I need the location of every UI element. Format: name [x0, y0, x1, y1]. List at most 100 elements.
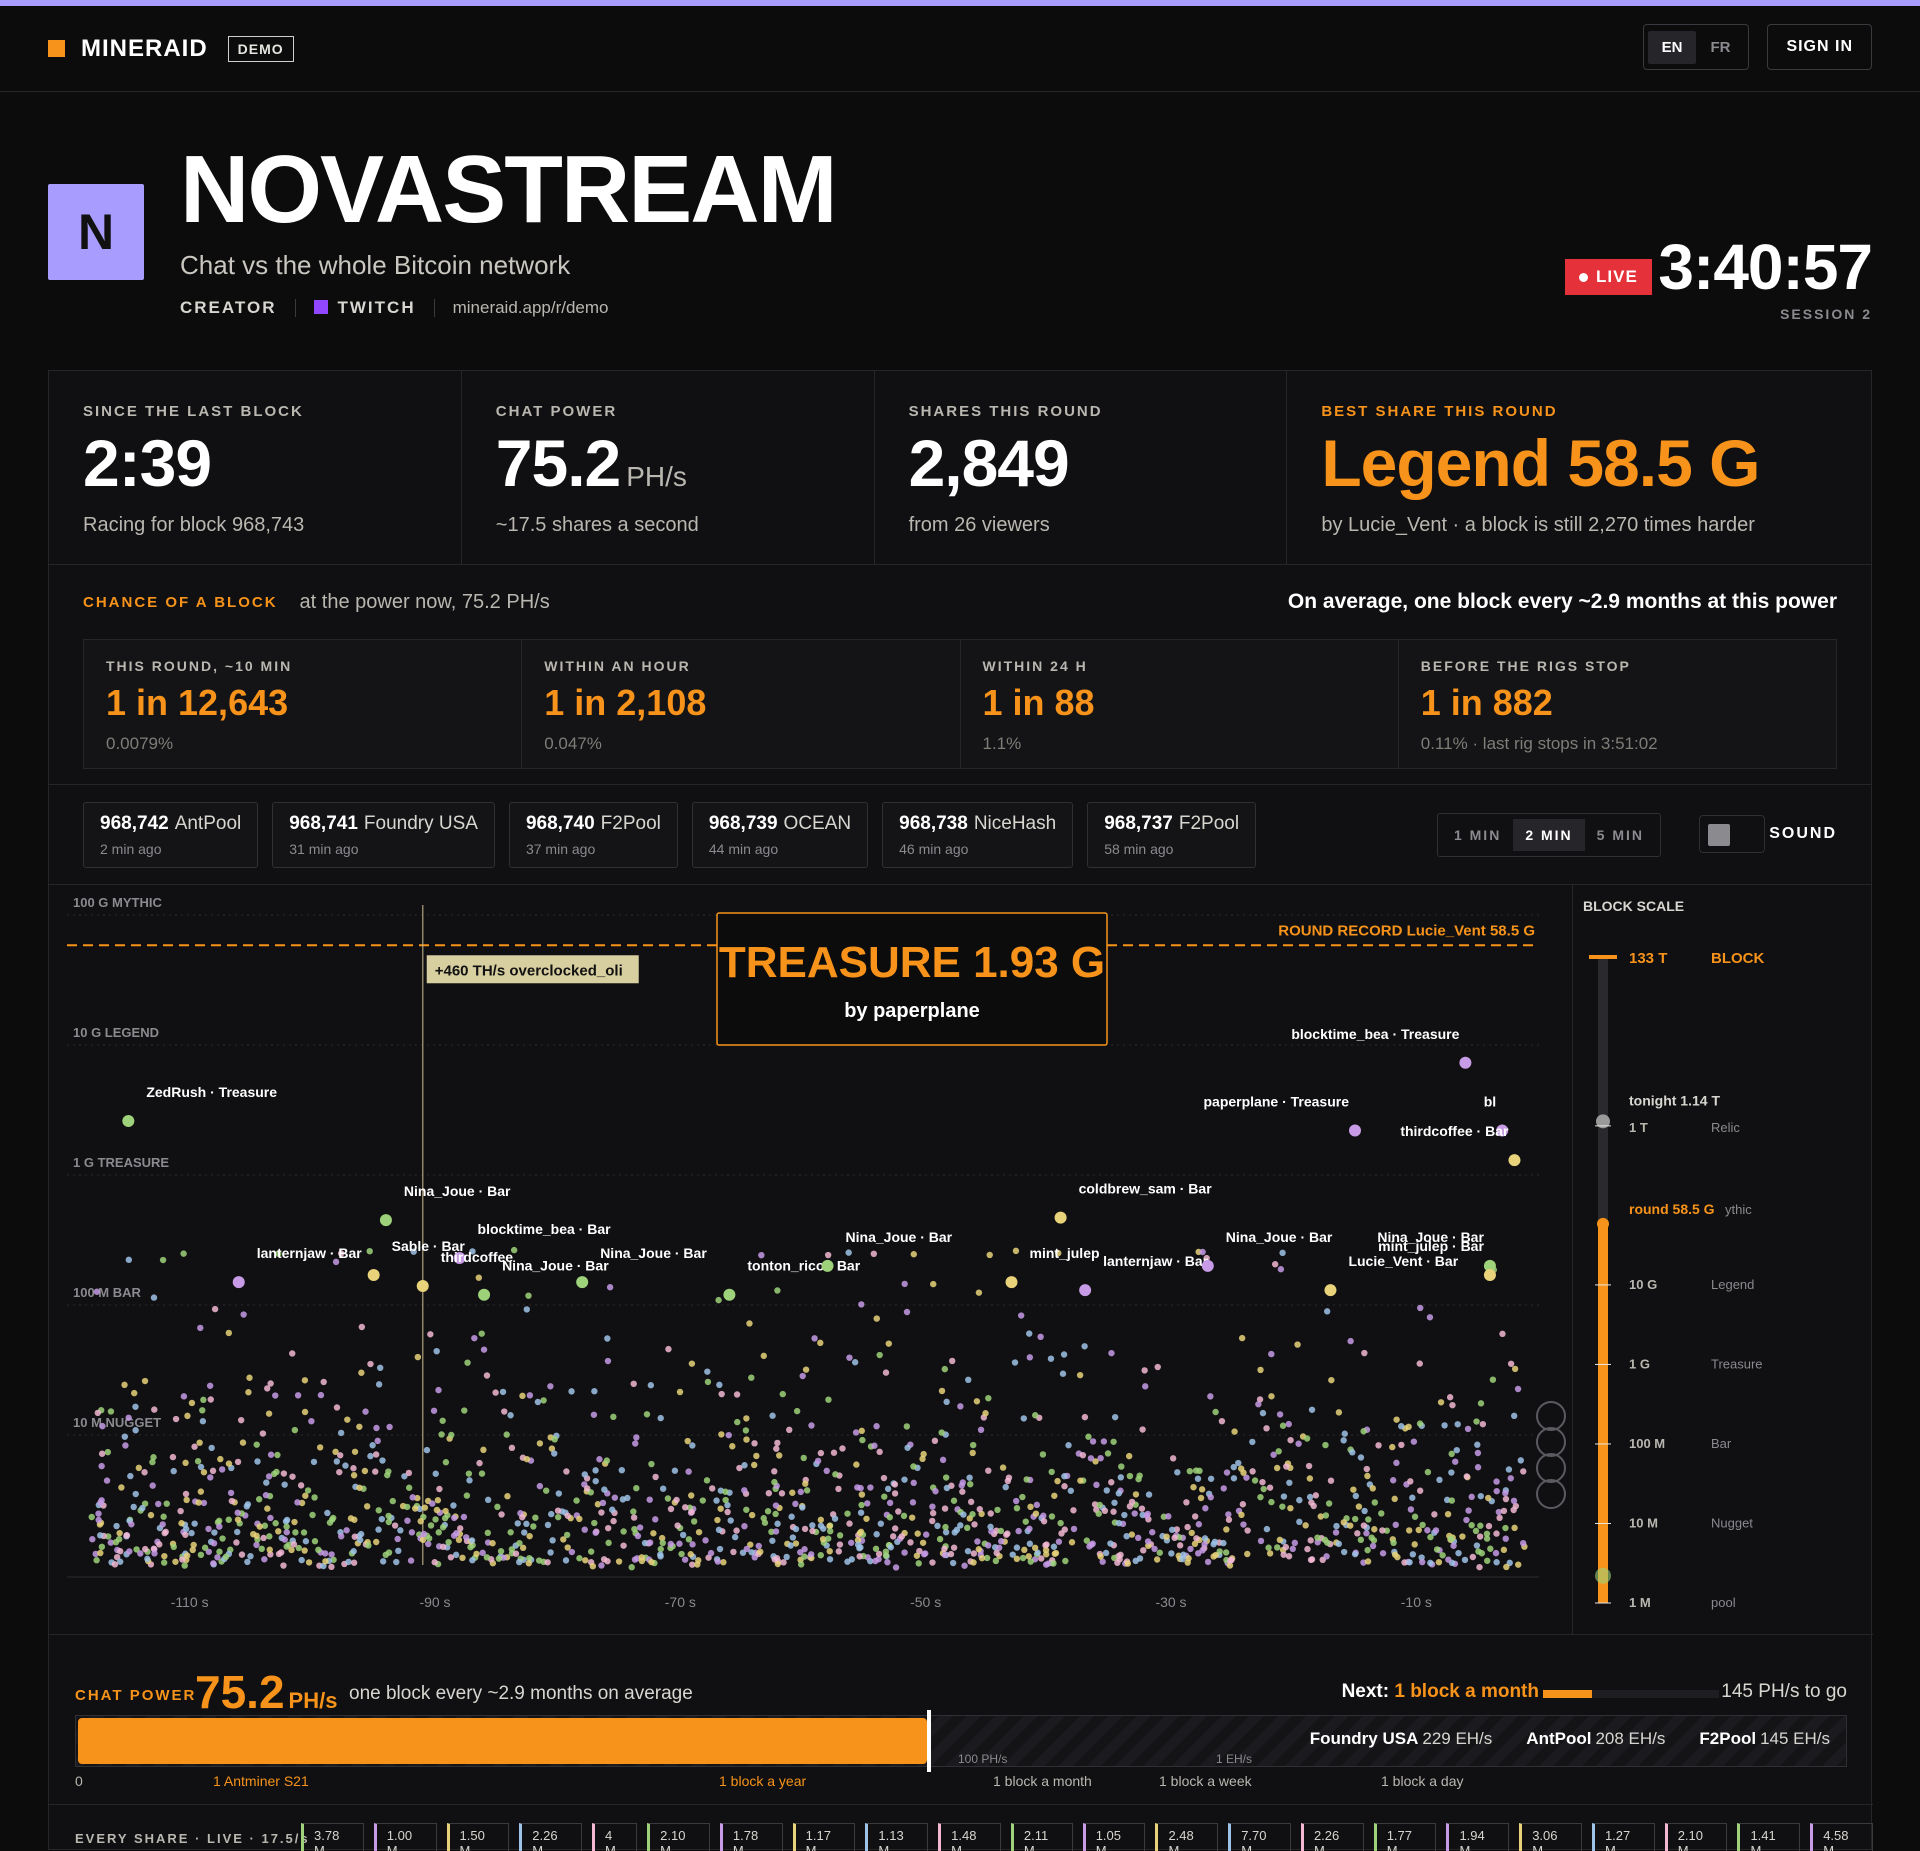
share-point [718, 1431, 725, 1438]
share-point [283, 1516, 291, 1524]
share-point [970, 1559, 977, 1566]
share-point [1363, 1530, 1370, 1537]
share-point [1048, 1513, 1056, 1520]
recent-block-chip[interactable]: 968,738 NiceHash 46 min ago [882, 801, 1074, 868]
share-point [876, 1351, 883, 1359]
share-point [1477, 1492, 1485, 1500]
share-point [191, 1443, 198, 1450]
share-point [521, 1529, 528, 1536]
share-point [234, 1516, 242, 1523]
share-point [630, 1514, 638, 1521]
sound-toggle[interactable] [1699, 815, 1765, 853]
share-point [1088, 1541, 1095, 1548]
share-point [1225, 1516, 1233, 1523]
share-point [659, 1485, 667, 1492]
block-scale-title: BLOCK SCALE [1583, 898, 1684, 914]
labeled-share-point [1201, 1259, 1214, 1272]
lang-fr-button[interactable]: FR [1696, 31, 1744, 64]
share-point [1140, 1547, 1147, 1554]
recent-block-chip[interactable]: 968,741 Foundry USA 31 min ago [272, 801, 495, 868]
share-point [910, 1463, 917, 1470]
share-point [581, 1471, 588, 1478]
share-point [372, 1468, 379, 1475]
recent-block-chip[interactable]: 968,742 AntPool 2 min ago [83, 801, 259, 868]
share-point [333, 1458, 341, 1465]
recent-block-chip[interactable]: 968,739 OCEAN 44 min ago [691, 801, 869, 868]
share-point [1043, 1541, 1050, 1548]
share-point [1169, 1455, 1177, 1462]
share-point [519, 1392, 526, 1400]
stat-label: SINCE THE LAST BLOCK [83, 403, 304, 420]
share-point [797, 1561, 805, 1568]
share-point [1448, 1450, 1455, 1458]
share-point [1328, 1376, 1335, 1384]
share-point [854, 1484, 861, 1491]
share-point [1291, 1539, 1299, 1547]
share-point [676, 1540, 683, 1547]
stream-header: N NOVASTREAM Chat vs the whole Bitcoin n… [0, 92, 1920, 370]
window-5min-button[interactable]: 5 MIN [1585, 819, 1656, 851]
window-1min-button[interactable]: 1 MIN [1442, 819, 1513, 851]
share-point [1276, 1411, 1284, 1418]
share-point [391, 1522, 399, 1529]
chance-cell-desc: 0.11% · last rig stops in 3:51:02 [1420, 734, 1658, 753]
share-point-label: Nina_Joue · Bar [1226, 1229, 1333, 1245]
marker-1ehs: 1 EH/s [1216, 1752, 1253, 1766]
share-point [1473, 1418, 1480, 1425]
share-point [827, 1527, 834, 1535]
window-2min-button[interactable]: 2 MIN [1513, 819, 1585, 851]
share-point [218, 1466, 226, 1473]
share-point [1183, 1499, 1190, 1506]
share-point [379, 1457, 386, 1464]
share-point [182, 1459, 189, 1467]
chance-cell: WITHIN AN HOUR 1 in 2,108 0.047% [522, 640, 961, 768]
share-point [199, 1407, 206, 1414]
share-point [563, 1468, 570, 1475]
block-height: 968,737 [1104, 812, 1173, 834]
chance-cell-value: 1 in 12,643 [106, 682, 289, 723]
share-point [709, 1485, 716, 1492]
recent-block-chip[interactable]: 968,740 F2Pool 37 min ago [508, 801, 678, 868]
share-point [215, 1517, 223, 1525]
block-height: 968,739 [708, 812, 778, 834]
share-point [1483, 1530, 1491, 1537]
stat-desc: by Lucie_Vent · a block is still 2,270 t… [1321, 514, 1755, 536]
share-point [633, 1434, 640, 1441]
share-point [149, 1482, 156, 1489]
share-point [210, 1540, 218, 1547]
sign-in-button[interactable]: SIGN IN [1767, 24, 1872, 70]
pool-name: Foundry USA [1309, 1729, 1419, 1748]
share-point [1040, 1512, 1047, 1519]
share-point [420, 1530, 428, 1538]
share-point [197, 1551, 205, 1559]
share-point [98, 1543, 106, 1551]
share-point [688, 1360, 696, 1367]
share-point [1503, 1563, 1510, 1571]
share-point [191, 1520, 198, 1527]
recent-block-chip[interactable]: 968,737 F2Pool 58 min ago [1087, 801, 1257, 868]
platform-name: TWITCH [337, 298, 416, 317]
share-point [965, 1376, 972, 1384]
share-point [555, 1490, 563, 1497]
share-point [891, 1490, 899, 1497]
share-point [999, 1464, 1007, 1471]
brand-name[interactable]: MINERAID [81, 35, 208, 63]
share-point [961, 1562, 968, 1569]
share-point [1249, 1438, 1256, 1446]
tier-label: 1 G TREASURE [73, 1155, 169, 1170]
share-chip: 2.11 M [1010, 1823, 1073, 1851]
share-point [1280, 1551, 1287, 1558]
share-link[interactable]: mineraid.app/r/demo [453, 298, 609, 318]
stat-value: 2:39 [83, 426, 212, 500]
share-point [1335, 1409, 1343, 1416]
session-timer: 3:40:57 [1658, 231, 1873, 303]
lang-en-button[interactable]: EN [1647, 30, 1697, 64]
share-point [417, 1518, 424, 1525]
share-point [234, 1509, 241, 1516]
share-point [733, 1391, 741, 1398]
share-point [1347, 1522, 1354, 1529]
share-point-label: bl [1484, 1093, 1496, 1109]
share-point [1142, 1383, 1149, 1390]
share-point [729, 1443, 736, 1450]
block-height: 968,738 [899, 812, 968, 834]
